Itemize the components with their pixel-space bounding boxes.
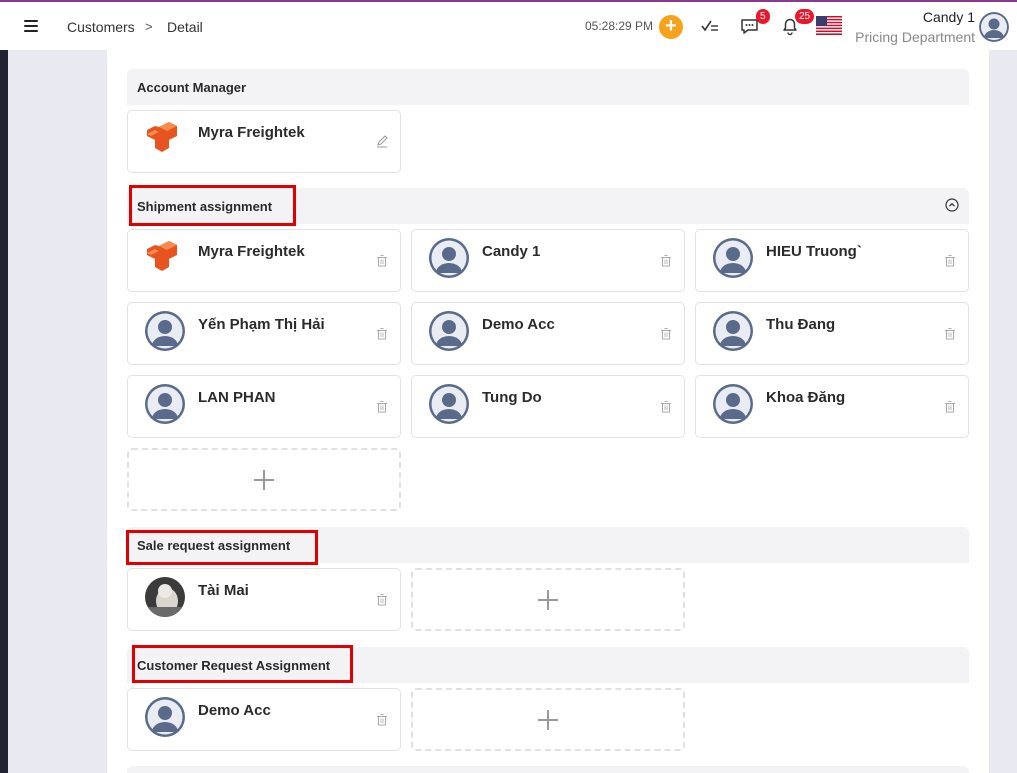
member-card: Demo Acc bbox=[411, 302, 685, 365]
collapse-icon[interactable] bbox=[945, 198, 959, 212]
member-name: Myra Freightek bbox=[198, 243, 305, 260]
add-customer-request-member-button[interactable] bbox=[411, 688, 685, 751]
member-name: Tung Do bbox=[482, 389, 542, 406]
default-avatar bbox=[145, 697, 185, 737]
breadcrumb-customers[interactable]: Customers bbox=[67, 19, 135, 35]
user-department: Pricing Department bbox=[855, 29, 975, 45]
edit-icon[interactable] bbox=[376, 135, 388, 148]
highlight-box bbox=[129, 185, 296, 226]
plus-icon bbox=[538, 589, 558, 610]
delete-icon[interactable] bbox=[660, 327, 672, 340]
member-name: HIEU Truong` bbox=[766, 243, 862, 260]
member-name: Candy 1 bbox=[482, 243, 541, 260]
clock-display: 05:28:29 PM bbox=[585, 19, 654, 33]
photo-avatar bbox=[145, 577, 185, 617]
freightek-logo bbox=[147, 122, 177, 152]
default-avatar bbox=[713, 311, 753, 351]
member-card: Khoa Đăng bbox=[695, 375, 969, 438]
account-manager-header: Account Manager bbox=[127, 69, 969, 105]
member-card: HIEU Truong` bbox=[695, 229, 969, 292]
default-avatar bbox=[713, 238, 753, 278]
add-shipment-member-button[interactable] bbox=[127, 448, 401, 511]
freightek-logo bbox=[147, 241, 177, 271]
member-card: Myra Freightek bbox=[127, 229, 401, 292]
breadcrumb-separator: > bbox=[145, 19, 153, 34]
user-name[interactable]: Candy 1 bbox=[923, 9, 975, 25]
delete-icon[interactable] bbox=[376, 593, 388, 606]
member-name: Khoa Đăng bbox=[766, 389, 846, 406]
default-avatar bbox=[145, 311, 185, 351]
add-sale-request-member-button[interactable] bbox=[411, 568, 685, 631]
notifications-badge: 25 bbox=[795, 9, 815, 24]
member-name: LAN PHAN bbox=[198, 389, 276, 406]
highlight-box bbox=[132, 645, 353, 683]
left-sidebar-edge bbox=[0, 50, 8, 773]
delete-icon[interactable] bbox=[376, 400, 388, 413]
plus-icon bbox=[538, 709, 558, 730]
member-card: LAN PHAN bbox=[127, 375, 401, 438]
us-flag-icon[interactable] bbox=[816, 16, 842, 35]
delete-icon[interactable] bbox=[944, 400, 956, 413]
member-name: Demo Acc bbox=[198, 702, 271, 719]
default-avatar bbox=[429, 311, 469, 351]
task-checklist-icon[interactable] bbox=[699, 15, 721, 37]
member-card: Tung Do bbox=[411, 375, 685, 438]
member-card: Demo Acc bbox=[127, 688, 401, 751]
default-avatar bbox=[429, 384, 469, 424]
member-name: Myra Freightek bbox=[198, 124, 305, 141]
highlight-box bbox=[126, 530, 318, 565]
quick-add-button[interactable]: + bbox=[659, 15, 683, 39]
delete-icon[interactable] bbox=[376, 254, 388, 267]
delete-icon[interactable] bbox=[660, 254, 672, 267]
default-avatar bbox=[145, 384, 185, 424]
delete-icon[interactable] bbox=[376, 327, 388, 340]
next-section-header bbox=[127, 766, 969, 773]
member-card: Tài Mai bbox=[127, 568, 401, 631]
plus-icon bbox=[254, 469, 274, 490]
messages-badge: 5 bbox=[756, 9, 770, 24]
member-card: Candy 1 bbox=[411, 229, 685, 292]
member-card: Yến Phạm Thị Hải bbox=[127, 302, 401, 365]
member-name: Thu Đang bbox=[766, 316, 836, 333]
default-avatar bbox=[713, 384, 753, 424]
member-name: Tài Mai bbox=[198, 582, 249, 599]
top-header: Customers > Detail 05:28:29 PM + 5 25 Ca… bbox=[0, 2, 1017, 50]
default-avatar bbox=[429, 238, 469, 278]
delete-icon[interactable] bbox=[376, 713, 388, 726]
member-name: Demo Acc bbox=[482, 316, 555, 333]
breadcrumb-detail: Detail bbox=[167, 19, 203, 35]
member-card: Thu Đang bbox=[695, 302, 969, 365]
user-avatar[interactable] bbox=[979, 12, 1009, 42]
delete-icon[interactable] bbox=[944, 327, 956, 340]
account-manager-card: Myra Freightek bbox=[127, 110, 401, 173]
menu-icon[interactable] bbox=[24, 20, 38, 32]
delete-icon[interactable] bbox=[944, 254, 956, 267]
member-name: Yến Phạm Thị Hải bbox=[198, 316, 325, 333]
delete-icon[interactable] bbox=[660, 400, 672, 413]
section-title: Account Manager bbox=[137, 80, 247, 95]
